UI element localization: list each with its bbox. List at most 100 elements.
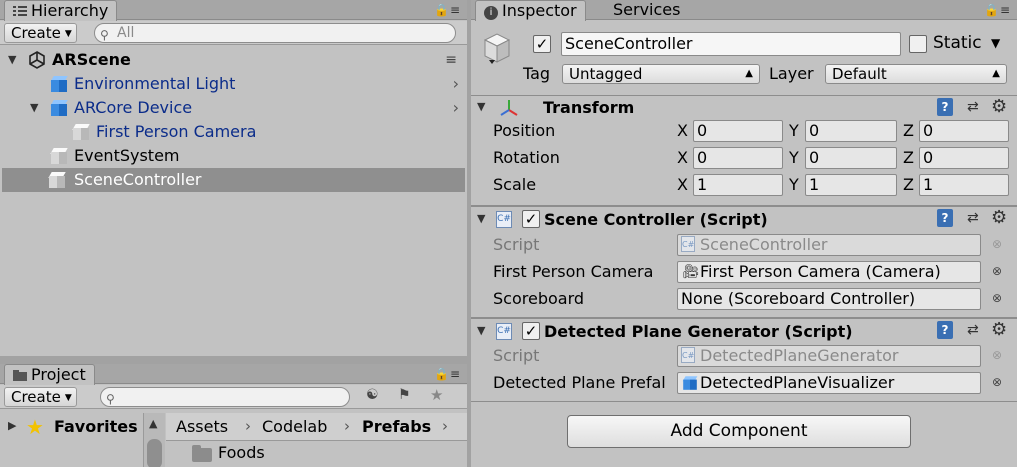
axis-z-label[interactable]: Z bbox=[903, 119, 914, 143]
fold-arrow-icon[interactable]: ▼ bbox=[477, 324, 485, 337]
folder-item-foods[interactable]: Foods bbox=[218, 443, 265, 462]
rotation-x-field[interactable]: 0 bbox=[693, 147, 783, 169]
object-picker-icon[interactable]: ⊗ bbox=[992, 375, 1002, 389]
axis-z-label[interactable]: Z bbox=[903, 173, 914, 197]
hierarchy-item-scenecontroller[interactable]: SceneController bbox=[2, 168, 465, 192]
tab-hierarchy[interactable]: Hierarchy bbox=[4, 0, 118, 21]
scale-y-field[interactable]: 1 bbox=[805, 174, 897, 196]
rotation-y-field[interactable]: 0 bbox=[805, 147, 897, 169]
transform-header[interactable]: ▼ Transform ? ⇄ ⚙ bbox=[471, 95, 1017, 119]
plane-generator-header[interactable]: ▼ C# ✓ Detected Plane Generator (Script)… bbox=[471, 317, 1017, 341]
prefab-cube-icon bbox=[50, 75, 68, 93]
help-icon[interactable]: ? bbox=[937, 98, 953, 116]
scene-controller-header[interactable]: ▼ C# ✓ Scene Controller (Script) ? ⇄ ⚙ bbox=[471, 205, 1017, 229]
fold-arrow-icon[interactable]: ▼ bbox=[8, 48, 16, 72]
project-search-input[interactable]: ⚲ bbox=[100, 387, 350, 407]
hierarchy-tab-label: Hierarchy bbox=[31, 1, 109, 20]
first-person-camera-field[interactable]: 🎥︎ First Person Camera (Camera) bbox=[677, 261, 981, 283]
tag-dropdown[interactable]: Untagged ▲︎ bbox=[562, 64, 760, 84]
layer-value: Default bbox=[832, 65, 887, 83]
breadcrumb-separator-icon: › bbox=[245, 417, 251, 435]
fold-arrow-icon[interactable]: ▼ bbox=[477, 212, 485, 225]
gameobject-icon[interactable] bbox=[479, 30, 515, 66]
position-z-field[interactable]: 0 bbox=[919, 120, 1009, 142]
scale-x-field[interactable]: 1 bbox=[693, 174, 783, 196]
help-icon[interactable]: ? bbox=[937, 209, 953, 227]
chevron-right-icon[interactable]: › bbox=[453, 72, 459, 96]
hierarchy-item-arcore-device[interactable]: ▼ ARCore Device › bbox=[2, 96, 467, 120]
breadcrumb-item[interactable]: Codelab bbox=[262, 413, 327, 440]
favorite-star-icon[interactable]: ★ bbox=[430, 386, 443, 404]
hierarchy-item-eventsystem[interactable]: EventSystem bbox=[2, 144, 467, 168]
tab-project[interactable]: Project bbox=[4, 364, 95, 385]
tab-services[interactable]: Services bbox=[605, 0, 688, 21]
project-tabbar: Project 🔒≡ bbox=[0, 364, 467, 385]
axis-y-label[interactable]: Y bbox=[789, 119, 799, 143]
scene-row[interactable]: ▼ ARScene ≡ bbox=[2, 48, 467, 72]
axis-x-label[interactable]: X bbox=[677, 146, 688, 170]
fold-arrow-icon[interactable]: ▼ bbox=[30, 96, 38, 120]
search-icon: ⚲ bbox=[100, 28, 109, 42]
hierarchy-item-environmental-light[interactable]: Environmental Light › bbox=[2, 72, 467, 96]
folder-list: Foods bbox=[166, 442, 467, 467]
object-name-input[interactable]: SceneController bbox=[561, 32, 901, 56]
preset-icon[interactable]: ⇄ bbox=[967, 210, 979, 226]
project-scrollbar[interactable]: ▲ bbox=[143, 413, 165, 467]
add-component-button[interactable]: Add Component bbox=[567, 415, 911, 448]
preset-icon[interactable]: ⇄ bbox=[967, 99, 979, 115]
axis-x-label[interactable]: X bbox=[677, 119, 688, 143]
scoreboard-field[interactable]: None (Scoreboard Controller) bbox=[677, 288, 981, 310]
updown-arrow-icon: ▲ bbox=[992, 68, 1000, 79]
breadcrumb-item-current[interactable]: Prefabs bbox=[362, 413, 431, 440]
axis-y-label[interactable]: Y bbox=[789, 146, 799, 170]
object-picker-icon[interactable]: ⊗ bbox=[992, 264, 1002, 278]
position-y-field[interactable]: 0 bbox=[805, 120, 897, 142]
fpc-value: First Person Camera (Camera) bbox=[700, 262, 941, 281]
hierarchy-item-first-person-camera[interactable]: First Person Camera bbox=[2, 120, 467, 144]
layer-dropdown[interactable]: Default ▲ bbox=[825, 64, 1007, 84]
rotation-label: Rotation bbox=[493, 148, 560, 167]
scroll-up-arrow-icon[interactable]: ▲ bbox=[149, 417, 157, 430]
panel-splitter[interactable] bbox=[467, 0, 471, 467]
folder-icon bbox=[192, 445, 212, 462]
rotation-z-field[interactable]: 0 bbox=[919, 147, 1009, 169]
scrollbar-thumb[interactable] bbox=[147, 439, 162, 467]
breadcrumb-item[interactable]: Assets bbox=[176, 413, 228, 440]
scene-controller-enabled-checkbox[interactable]: ✓ bbox=[522, 210, 540, 228]
chevron-right-icon[interactable]: › bbox=[453, 96, 459, 120]
gear-icon[interactable]: ⚙ bbox=[991, 319, 1007, 340]
axis-z-label[interactable]: Z bbox=[903, 146, 914, 170]
gameobject-cube-icon bbox=[72, 123, 90, 141]
position-label: Position bbox=[493, 121, 556, 140]
gameobject-cube-icon bbox=[48, 171, 66, 189]
csharp-script-icon: C# bbox=[681, 236, 695, 252]
hierarchy-search-input[interactable]: ⚲ All bbox=[94, 23, 456, 43]
project-create-button[interactable]: Create ▼ bbox=[4, 387, 77, 407]
static-label: Static bbox=[933, 33, 982, 53]
lock-menu-icon[interactable]: 🔒≡ bbox=[434, 367, 461, 381]
hierarchy-create-button[interactable]: Create ▼ bbox=[4, 23, 77, 43]
preset-icon[interactable]: ⇄ bbox=[967, 322, 979, 338]
static-dropdown-icon[interactable]: ▼ bbox=[991, 36, 1000, 50]
active-checkbox[interactable]: ✓ bbox=[533, 35, 551, 53]
help-icon[interactable]: ? bbox=[937, 321, 953, 339]
axis-x-label[interactable]: X bbox=[677, 173, 688, 197]
plane-generator-enabled-checkbox[interactable]: ✓ bbox=[522, 322, 540, 340]
scale-z-field[interactable]: 1 bbox=[919, 174, 1009, 196]
position-x-field[interactable]: 0 bbox=[693, 120, 783, 142]
gear-icon[interactable]: ⚙ bbox=[991, 207, 1007, 228]
static-checkbox[interactable] bbox=[909, 35, 927, 53]
lock-menu-icon[interactable]: 🔒≡ bbox=[434, 3, 461, 17]
gear-icon[interactable]: ⚙ bbox=[991, 96, 1007, 117]
filter-by-type-icon[interactable]: ☯ bbox=[366, 387, 379, 403]
axis-y-label[interactable]: Y bbox=[789, 173, 799, 197]
filter-by-label-icon[interactable]: ⚑ bbox=[398, 387, 411, 403]
detected-plane-prefab-field[interactable]: DetectedPlaneVisualizer bbox=[677, 372, 981, 394]
object-picker-icon[interactable]: ⊗ bbox=[992, 291, 1002, 305]
fold-arrow-icon[interactable]: ▼ bbox=[477, 100, 485, 113]
tab-inspector[interactable]: i Inspector bbox=[475, 0, 586, 21]
fold-arrow-icon[interactable]: ▶ bbox=[8, 419, 16, 432]
components-divider bbox=[471, 401, 1017, 402]
lock-menu-icon[interactable]: 🔒≡ bbox=[984, 3, 1011, 17]
scene-menu-icon[interactable]: ≡ bbox=[445, 48, 457, 72]
